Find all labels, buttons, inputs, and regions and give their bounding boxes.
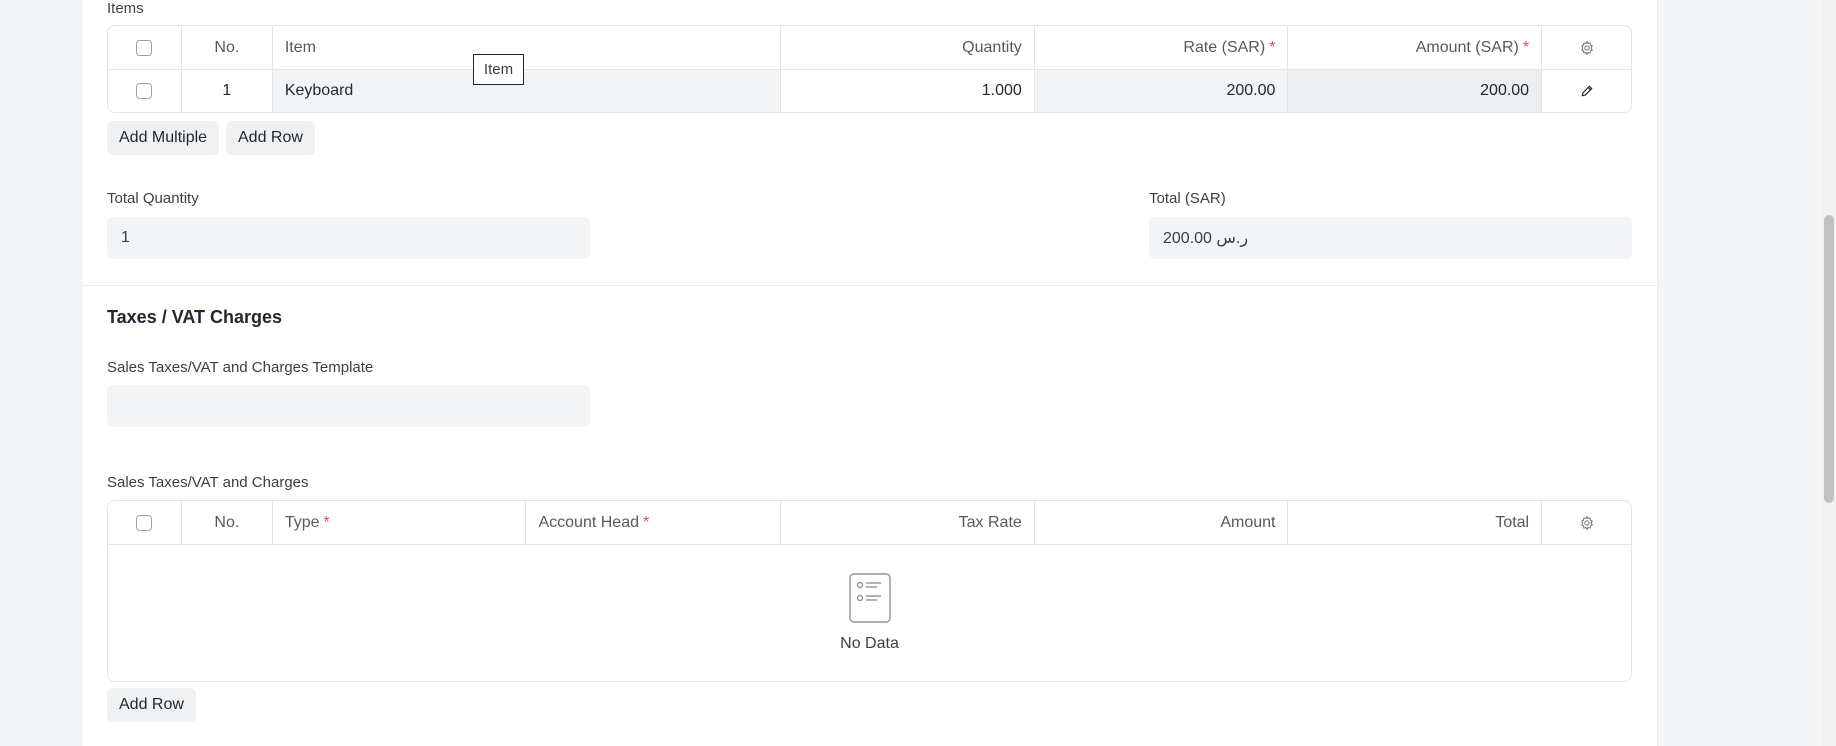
total-label: Total (SAR) — [1149, 190, 1226, 207]
tax-template-label: Sales Taxes/VAT and Charges Template — [107, 359, 374, 376]
tax-col-type: Type * — [273, 501, 527, 544]
taxes-section-title: Taxes / VAT Charges — [107, 307, 283, 327]
tax-charges-grid: No. Type * Account Head * Tax Rate Amount … — [107, 500, 1632, 682]
items-label: Items — [107, 0, 144, 17]
scrollbar[interactable] — [1822, 0, 1836, 746]
edit-row-cell[interactable] — [1542, 70, 1631, 112]
row-checkbox[interactable] — [136, 83, 153, 99]
tax-col-account-head: Account Head * — [526, 501, 782, 544]
col-quantity: Quantity — [781, 26, 1035, 69]
empty-state: No Data — [108, 545, 1631, 681]
tax-col-type-label: Type — [284, 513, 320, 531]
item-tooltip: Item — [473, 54, 524, 85]
total-quantity-field: 1 — [107, 217, 590, 259]
col-no: No. — [182, 26, 273, 69]
col-rate-label: Rate (SAR) — [1183, 38, 1266, 56]
tax-col-total: Total — [1288, 501, 1543, 544]
col-amount: Amount (SAR) * — [1288, 26, 1543, 69]
col-amount-label: Amount (SAR) — [1415, 38, 1519, 56]
total-field: ر.س 200.00 — [1149, 217, 1632, 259]
scrollbar-thumb[interactable] — [1824, 215, 1834, 503]
settings-cell[interactable] — [1542, 26, 1631, 69]
required-mark: * — [323, 513, 330, 531]
gear-icon[interactable] — [1579, 515, 1595, 531]
total-quantity-label: Total Quantity — [107, 190, 199, 207]
tax-template-input[interactable] — [107, 385, 590, 427]
tax-col-account-head-label: Account Head — [538, 513, 639, 531]
tax-select-all-checkbox[interactable] — [136, 514, 153, 531]
select-all-cell — [108, 26, 182, 69]
tax-header-row: No. Type * Account Head * Tax Rate Amount … — [108, 501, 1631, 545]
add-multiple-button[interactable]: Add Multiple — [107, 121, 220, 155]
row-quantity[interactable]: 1.000 — [781, 70, 1035, 112]
row-select-cell — [108, 70, 182, 112]
row-rate[interactable]: 200.00 — [1034, 70, 1289, 112]
table-row[interactable]: 1 Keyboard 1.000 200.00 200.00 — [108, 70, 1631, 112]
tax-col-tax-rate: Tax Rate — [781, 501, 1035, 544]
required-mark: * — [1269, 38, 1276, 56]
section-divider — [82, 285, 1657, 286]
items-header-row: No. Item Quantity Rate (SAR) * Amount (SA… — [108, 26, 1631, 70]
no-data-text: No Data — [840, 635, 899, 652]
tax-col-amount: Amount — [1035, 501, 1289, 544]
items-grid: No. Item Quantity Rate (SAR) * Amount (SA… — [107, 25, 1632, 113]
required-mark: * — [1522, 38, 1530, 56]
required-mark: * — [643, 513, 650, 531]
tax-select-all-cell — [108, 501, 182, 544]
pencil-icon[interactable] — [1580, 84, 1594, 98]
select-all-checkbox[interactable] — [136, 39, 153, 56]
add-tax-row-button[interactable]: Add Row — [107, 688, 196, 722]
row-item[interactable]: Keyboard — [272, 70, 782, 112]
col-rate: Rate (SAR) * — [1035, 26, 1289, 69]
row-no: 1 — [182, 70, 273, 112]
add-row-button[interactable]: Add Row — [226, 121, 315, 155]
row-amount: 200.00 — [1288, 70, 1543, 112]
tax-settings-cell[interactable] — [1542, 501, 1631, 544]
tax-col-no: No. — [182, 501, 273, 544]
empty-list-icon — [848, 573, 891, 623]
col-item: Item — [273, 26, 782, 69]
tax-charges-label: Sales Taxes/VAT and Charges — [107, 474, 309, 491]
gear-icon[interactable] — [1579, 40, 1595, 56]
